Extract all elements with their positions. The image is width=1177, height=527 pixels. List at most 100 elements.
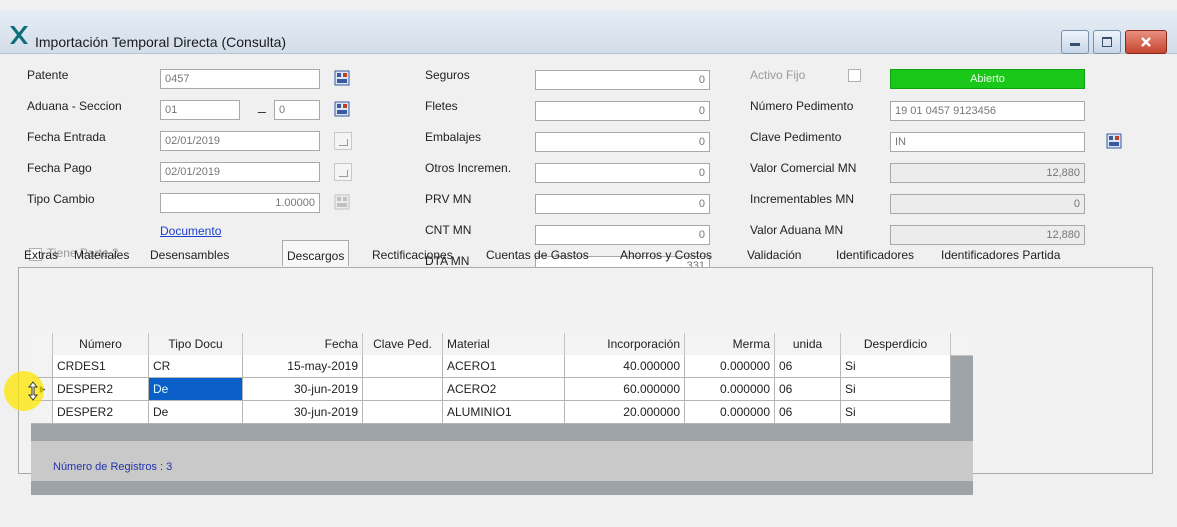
cell-numero[interactable]: CRDES1: [53, 355, 149, 378]
cell-tipo-docu[interactable]: De: [149, 401, 243, 424]
patente-field[interactable]: 0457: [160, 69, 320, 89]
cell-desperdicio[interactable]: Si: [841, 401, 951, 424]
close-button[interactable]: [1125, 30, 1167, 54]
cell-numero[interactable]: DESPER2: [53, 378, 149, 401]
picker-icon[interactable]: [334, 101, 350, 117]
seccion-field[interactable]: 0: [274, 100, 320, 120]
fecha-entrada-field[interactable]: 02/01/2019: [160, 131, 320, 151]
cell-unida[interactable]: 06: [775, 355, 841, 378]
cell-desperdicio[interactable]: Si: [841, 355, 951, 378]
title-bar: Importación Temporal Directa (Consulta): [0, 10, 1177, 54]
fecha-pago-label: Fecha Pago: [27, 161, 92, 175]
clave-pedimento-label: Clave Pedimento: [750, 130, 842, 144]
column-header-desperdicio[interactable]: Desperdicio: [841, 333, 951, 355]
valor-comercial-label: Valor Comercial MN: [750, 161, 857, 175]
embalajes-label: Embalajes: [425, 130, 482, 144]
cell-desperdicio[interactable]: Si: [841, 378, 951, 401]
fecha-entrada-label: Fecha Entrada: [27, 130, 106, 144]
cell-clave-ped[interactable]: [363, 401, 443, 424]
cell-material[interactable]: ACERO2: [443, 378, 565, 401]
aduana-separator: _: [258, 97, 266, 113]
cell-tipo-docu[interactable]: De: [149, 378, 243, 401]
cell-clave-ped[interactable]: [363, 355, 443, 378]
cell-fecha[interactable]: 30-jun-2019: [243, 401, 363, 424]
tab-cuentas-de-gastos[interactable]: Cuentas de Gastos: [482, 240, 593, 266]
close-icon: [1141, 37, 1151, 47]
clave-pedimento-field[interactable]: IN: [890, 132, 1085, 152]
resize-cursor-icon: [28, 381, 38, 401]
cell-merma[interactable]: 0.000000: [685, 378, 775, 401]
cell-merma[interactable]: 0.000000: [685, 355, 775, 378]
tab-materiales[interactable]: Materiales: [70, 240, 133, 266]
tab-desensambles[interactable]: Desensambles: [146, 240, 233, 266]
patente-label: Patente: [27, 68, 69, 82]
picker-icon[interactable]: [1106, 133, 1122, 149]
maximize-icon: [1102, 37, 1112, 47]
prv-field[interactable]: 0: [535, 194, 710, 214]
status-badge: Abierto: [890, 69, 1085, 89]
column-header-fecha[interactable]: Fecha: [243, 333, 363, 355]
embalajes-field[interactable]: 0: [535, 132, 710, 152]
cell-unida[interactable]: 06: [775, 378, 841, 401]
grid-header: Número Tipo Docu Fecha Clave Ped. Materi…: [31, 333, 973, 356]
fecha-pago-field[interactable]: 02/01/2019: [160, 162, 320, 182]
cell-unida[interactable]: 06: [775, 401, 841, 424]
tab-validacion[interactable]: Validación: [743, 240, 805, 266]
aduana-field[interactable]: 01: [160, 100, 240, 120]
cell-incorporacion[interactable]: 20.000000: [565, 401, 685, 424]
column-header-clave-ped[interactable]: Clave Ped.: [363, 333, 443, 355]
column-header-numero[interactable]: Número: [53, 333, 149, 355]
table-row[interactable]: CRDES1 CR 15-may-2019 ACERO1 40.000000 0…: [31, 355, 973, 378]
descargos-panel: Número Tipo Docu Fecha Clave Ped. Materi…: [18, 267, 1153, 495]
seguros-field[interactable]: 0: [535, 70, 710, 90]
cell-material[interactable]: ACERO1: [443, 355, 565, 378]
date-picker-button[interactable]: [334, 132, 352, 150]
cell-numero[interactable]: DESPER2: [53, 401, 149, 424]
tab-identificadores-partida[interactable]: Identificadores Partida: [937, 240, 1064, 266]
picker-icon[interactable]: [334, 194, 350, 210]
column-header-incorporacion[interactable]: Incorporación: [565, 333, 685, 355]
tab-identificadores[interactable]: Identificadores: [832, 240, 918, 266]
tab-extras[interactable]: Extras: [20, 240, 62, 266]
activo-fijo-checkbox[interactable]: [848, 69, 861, 82]
minimize-button[interactable]: [1061, 30, 1089, 54]
numero-pedimento-field[interactable]: 19 01 0457 9123456: [890, 101, 1085, 121]
tipo-cambio-field[interactable]: 1.00000: [160, 193, 320, 213]
documento-link[interactable]: Documento: [160, 224, 221, 238]
cell-incorporacion[interactable]: 60.000000: [565, 378, 685, 401]
date-picker-button[interactable]: [334, 163, 352, 181]
tab-descargos[interactable]: Descargos: [282, 240, 350, 266]
window-title: Importación Temporal Directa (Consulta): [35, 34, 287, 50]
cell-clave-ped[interactable]: [363, 378, 443, 401]
cell-fecha[interactable]: 30-jun-2019: [243, 378, 363, 401]
picker-icon[interactable]: [334, 70, 350, 86]
cell-material[interactable]: ALUMINIO1: [443, 401, 565, 424]
fletes-field[interactable]: 0: [535, 101, 710, 121]
valor-aduana-label: Valor Aduana MN: [750, 223, 844, 237]
cell-incorporacion[interactable]: 40.000000: [565, 355, 685, 378]
cell-tipo-docu[interactable]: CR: [149, 355, 243, 378]
column-header-material[interactable]: Material: [443, 333, 565, 355]
otros-incrementables-field[interactable]: 0: [535, 163, 710, 183]
row-header-corner: [31, 333, 53, 355]
table-row[interactable]: DESPER2 De 30-jun-2019 ALUMINIO1 20.0000…: [31, 401, 973, 424]
record-count: Número de Registros : 3: [53, 461, 173, 473]
cell-merma[interactable]: 0.000000: [685, 401, 775, 424]
tab-rectificaciones[interactable]: Rectificaciones: [368, 240, 457, 266]
app-x-icon: [10, 26, 28, 44]
tab-ahorros-y-costos[interactable]: Ahorros y Costos: [616, 240, 716, 266]
table-row[interactable]: DESPER2 De 30-jun-2019 ACERO2 60.000000 …: [31, 378, 973, 401]
numero-pedimento-label: Número Pedimento: [750, 99, 854, 113]
incrementables-label: Incrementables MN: [750, 192, 855, 206]
app-window: Importación Temporal Directa (Consulta) …: [0, 0, 1177, 527]
column-header-merma[interactable]: Merma: [685, 333, 775, 355]
fletes-label: Fletes: [425, 99, 458, 113]
column-header-unida[interactable]: unida: [775, 333, 841, 355]
cell-fecha[interactable]: 15-may-2019: [243, 355, 363, 378]
column-header-tipo-docu[interactable]: Tipo Docu: [149, 333, 243, 355]
valor-comercial-field: 12,880: [890, 163, 1085, 183]
activo-fijo-label: Activo Fijo: [750, 68, 806, 82]
prv-label: PRV MN: [425, 192, 472, 206]
maximize-button[interactable]: [1093, 30, 1121, 54]
seguros-label: Seguros: [425, 68, 470, 82]
